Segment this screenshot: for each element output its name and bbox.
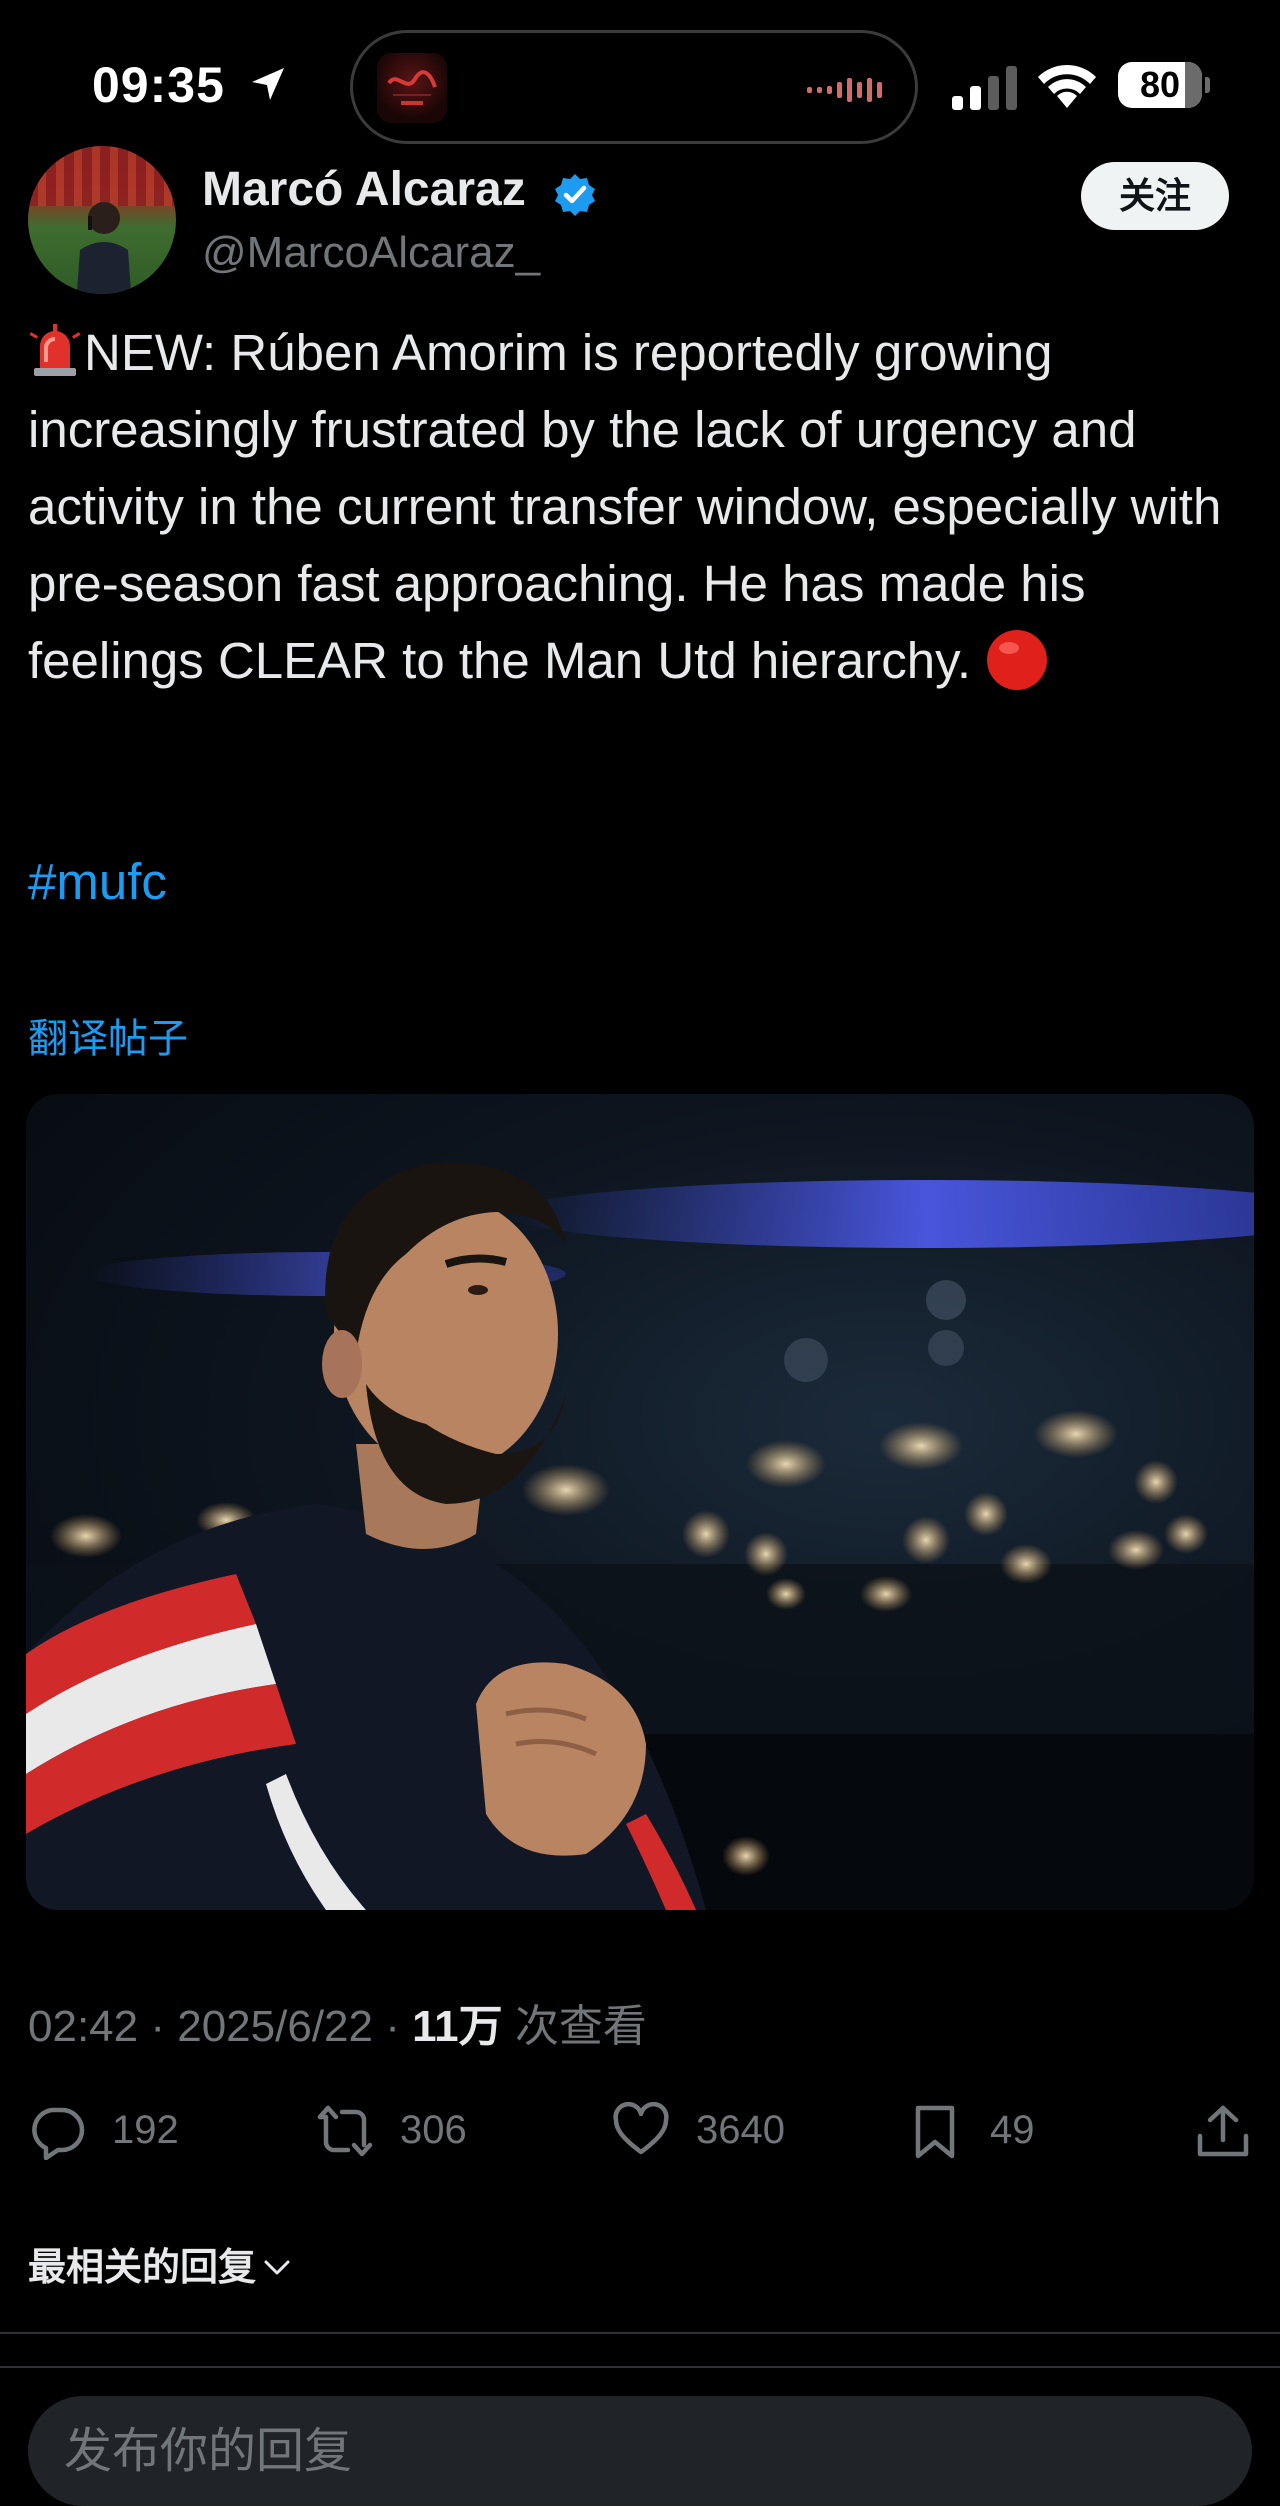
tweet-meta: 02:42 · 2025/6/22 · 11万 次查看	[28, 1990, 647, 2054]
now-playing-app-icon	[377, 53, 447, 123]
audio-waveform-icon	[807, 78, 882, 102]
meta-separator: ·	[385, 2002, 400, 2051]
author-handle[interactable]: @MarcoAlcaraz_	[202, 228, 540, 278]
tweet-text: NEW: Rúben Amorim is reportedly growing …	[28, 314, 1260, 699]
follow-button[interactable]: 关注	[1081, 162, 1229, 230]
battery-body: 80	[1118, 62, 1202, 108]
share-upload-icon	[1197, 2105, 1249, 2157]
bookmark-count: 49	[990, 2108, 1035, 2152]
status-bar: 09:35 80	[0, 0, 1280, 172]
tweet-body-text: NEW: Rúben Amorim is reportedly growing …	[28, 324, 1236, 689]
author-name[interactable]: Marcó Alcaraz	[202, 162, 526, 217]
like-count: 3640	[696, 2108, 785, 2152]
repost-count: 306	[400, 2108, 467, 2152]
photo-illustration	[26, 1163, 1254, 1910]
views-count: 11万	[412, 2002, 503, 2051]
dynamic-island[interactable]	[350, 30, 918, 144]
status-time: 09:35	[92, 57, 225, 113]
verified-badge-icon	[555, 174, 595, 216]
battery-nub	[1205, 77, 1210, 93]
replies-sort-dropdown[interactable]: 最相关的回复	[28, 2236, 294, 2291]
reply-bubble-icon	[32, 2107, 85, 2160]
chevron-down-icon	[264, 2260, 290, 2275]
repost-icon	[317, 2105, 373, 2157]
views-label: 次查看	[514, 2001, 647, 2052]
hashtag-link[interactable]: #mufc	[28, 852, 167, 911]
cellular-signal-icon	[952, 66, 1017, 110]
battery-indicator: 80	[1118, 62, 1210, 108]
reply-input[interactable]	[28, 2396, 1252, 2506]
heart-icon	[613, 2102, 669, 2155]
translate-post-link[interactable]: 翻译帖子	[28, 1006, 188, 1064]
red-circle-emoji-icon	[987, 630, 1048, 690]
section-divider	[0, 2332, 1280, 2334]
meta-separator: ·	[150, 2002, 165, 2051]
location-arrow-icon	[252, 68, 284, 100]
police-light-emoji-icon	[29, 324, 81, 376]
avatar-person-silhouette	[76, 202, 132, 294]
wifi-icon	[1038, 64, 1096, 108]
tweet-date: 2025/6/22	[177, 2002, 373, 2051]
tweet-time: 02:42	[28, 2002, 139, 2051]
reply-count: 192	[112, 2108, 179, 2152]
battery-level-text: 80	[1139, 64, 1181, 105]
author-avatar[interactable]	[28, 146, 176, 294]
reply-compose-bar	[0, 2366, 1280, 2506]
replies-sort-label: 最相关的回复	[28, 2245, 257, 2289]
tweet-photo[interactable]	[26, 1094, 1254, 1910]
bookmark-icon	[915, 2105, 955, 2159]
